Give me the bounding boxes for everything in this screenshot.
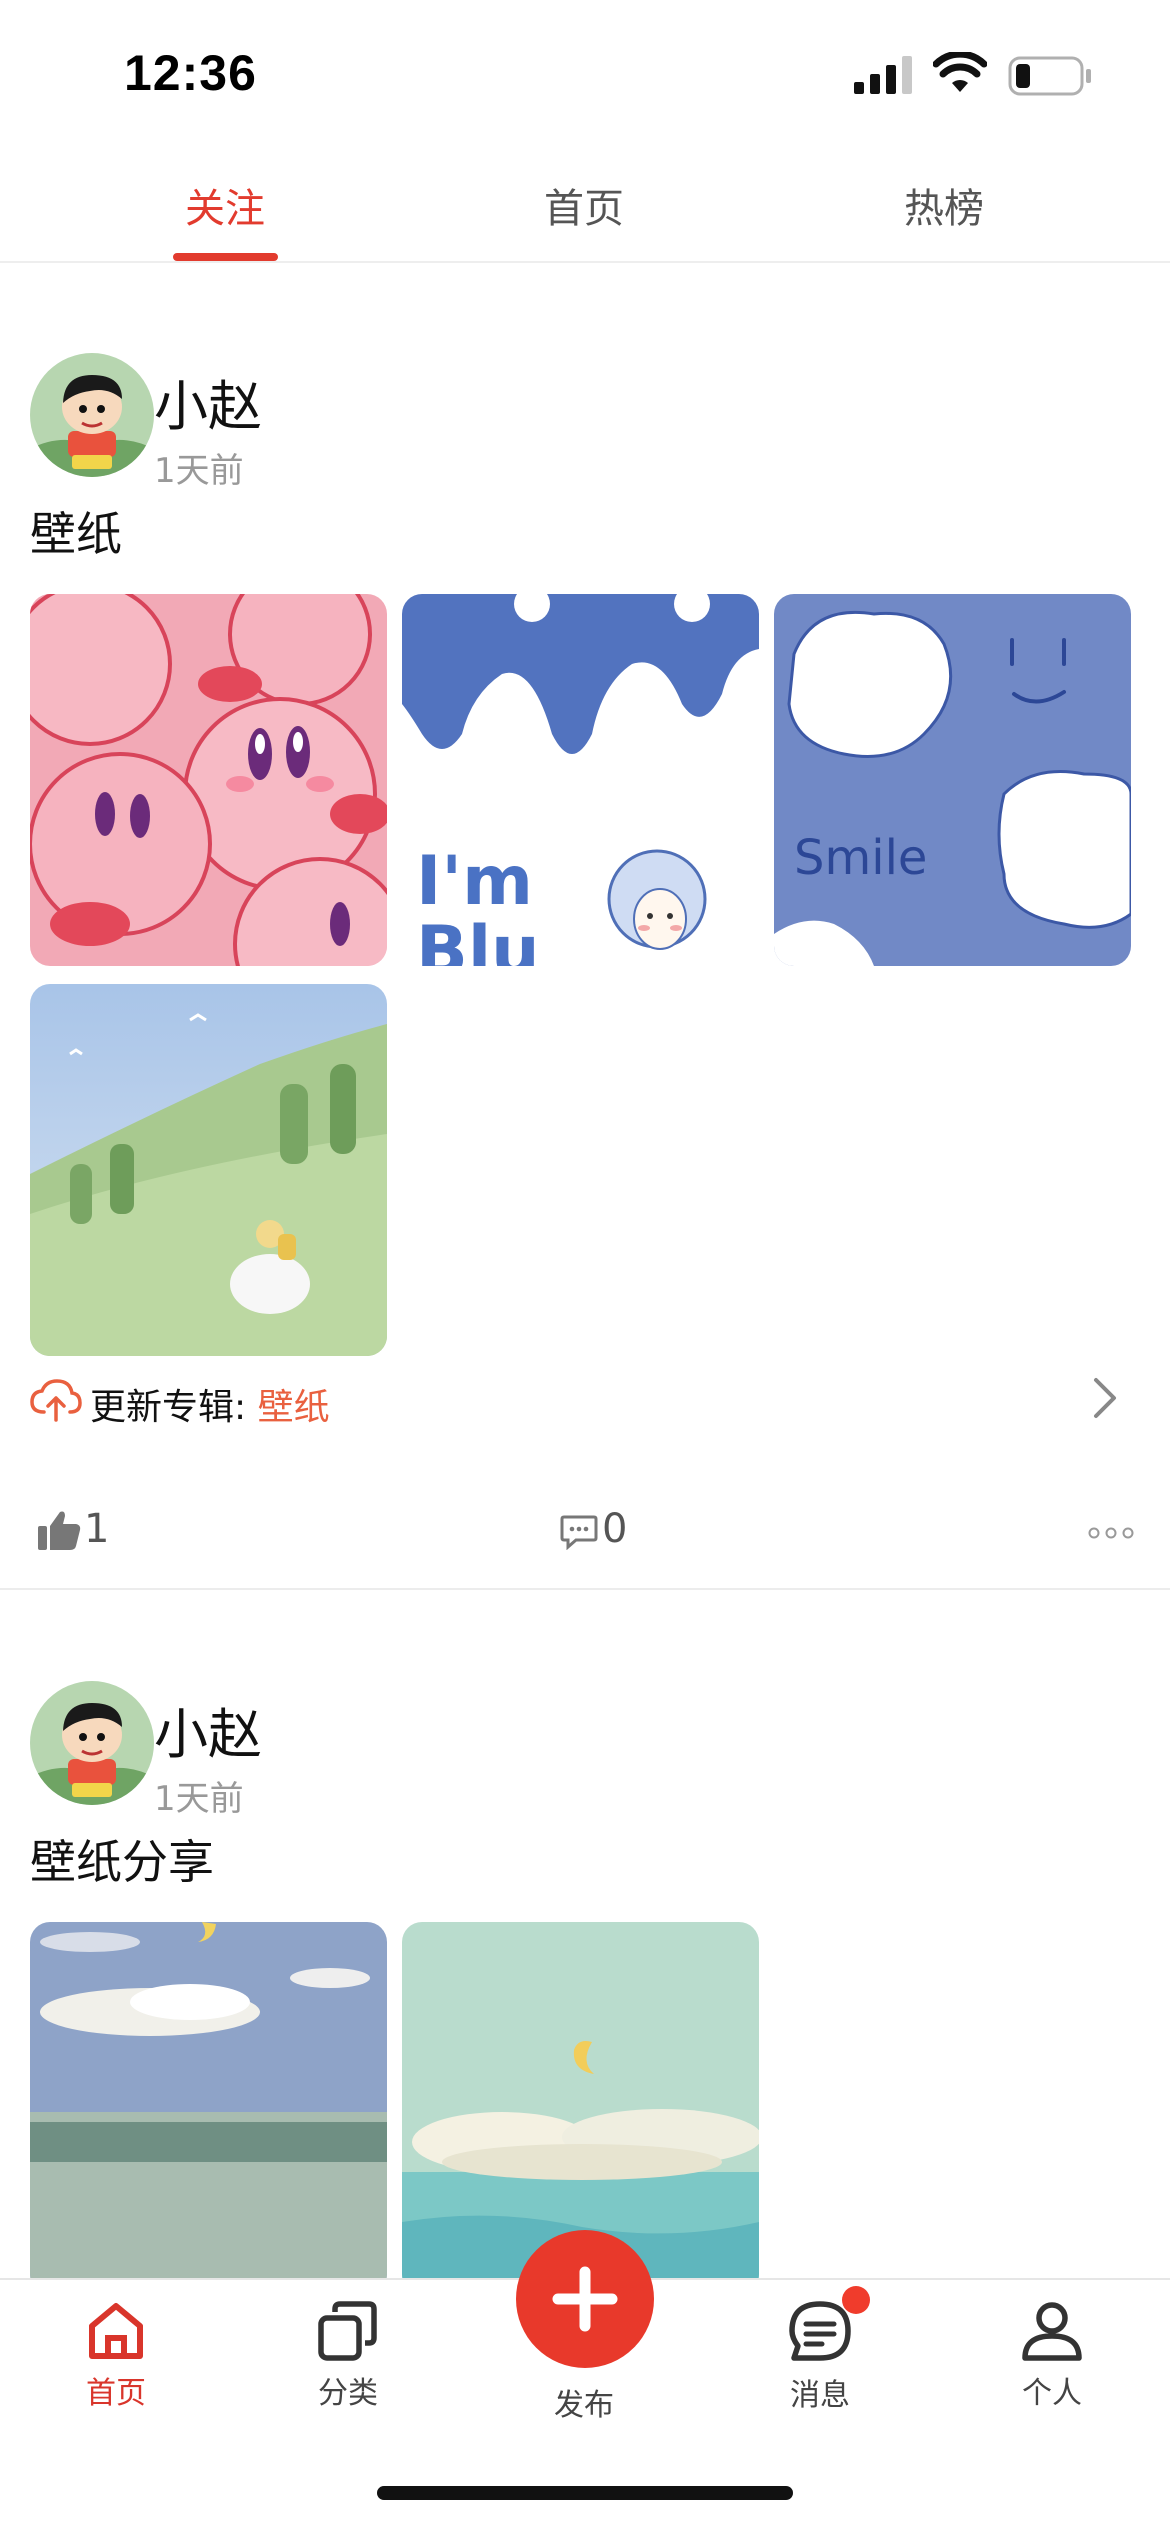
nav-profile[interactable]: 个人	[972, 2300, 1132, 2412]
post-time: 1天前	[154, 451, 244, 491]
avatar[interactable]	[30, 353, 154, 477]
post-title: 壁纸	[30, 507, 122, 561]
svg-text:Blu: Blu	[416, 912, 540, 966]
avatar-image	[30, 353, 154, 477]
tab-home[interactable]: 首页	[464, 176, 704, 234]
nav-label-category: 分类	[318, 2376, 378, 2411]
thumbs-up-icon[interactable]	[36, 1508, 82, 1554]
battery-icon	[1008, 56, 1091, 96]
person-icon	[1022, 2302, 1082, 2361]
avatar[interactable]	[30, 1681, 154, 1805]
post-title: 壁纸分享	[30, 1835, 214, 1889]
post-actions: 1 0	[0, 1490, 1170, 1570]
notification-badge	[842, 2286, 870, 2314]
album-prefix: 更新专辑:	[90, 1387, 258, 1428]
signal-icon	[854, 56, 912, 94]
nav-label-messages: 消息	[790, 2378, 850, 2413]
home-icon	[89, 2303, 143, 2359]
comment-count: 0	[602, 1506, 628, 1552]
more-options-icon[interactable]	[1088, 1526, 1134, 1540]
nav-label-publish: 发布	[554, 2388, 614, 2423]
avatar-image	[30, 1681, 154, 1805]
layers-icon	[318, 2301, 377, 2361]
publish-button[interactable]	[516, 2230, 654, 2368]
post-divider	[0, 1588, 1170, 1590]
svg-text:I'm: I'm	[416, 842, 533, 921]
nav-label-home: 首页	[86, 2376, 146, 2411]
nav-label-profile: 个人	[1022, 2376, 1082, 2411]
nav-home[interactable]: 首页	[36, 2300, 196, 2412]
post-time: 1天前	[154, 1779, 244, 1819]
post-image-kirby[interactable]	[30, 594, 387, 966]
top-tab-bar: 关注 首页 热榜	[0, 150, 1170, 263]
svg-text:Smile: Smile	[794, 830, 927, 886]
status-bar: 12:36	[0, 0, 1170, 150]
author-name[interactable]: 小赵	[154, 362, 262, 441]
wifi-icon	[933, 52, 987, 92]
post-image-im-blue[interactable]: I'm Blu	[402, 594, 759, 966]
post-image-sky[interactable]	[30, 1922, 387, 2294]
album-name-link[interactable]: 壁纸	[258, 1387, 330, 1428]
like-count: 1	[84, 1506, 110, 1552]
album-update-text: 更新专辑: 壁纸	[90, 1378, 330, 1430]
tab-following[interactable]: 关注	[105, 176, 345, 234]
nav-category[interactable]: 分类	[268, 2300, 428, 2412]
message-icon	[789, 2301, 851, 2361]
author-name[interactable]: 小赵	[154, 1690, 262, 1769]
home-indicator	[377, 2486, 793, 2500]
nav-messages[interactable]: 消息	[740, 2300, 900, 2414]
tab-trending[interactable]: 热榜	[824, 176, 1064, 234]
status-time: 12:36	[124, 45, 257, 101]
post-image-meadow[interactable]	[30, 984, 387, 1356]
comment-icon[interactable]	[560, 1514, 598, 1550]
cloud-upload-icon	[30, 1379, 82, 1422]
plus-icon	[552, 2266, 618, 2332]
chevron-right-icon[interactable]	[1090, 1374, 1120, 1422]
post-image-smile[interactable]: Smile	[774, 594, 1131, 966]
album-update-row[interactable]: 更新专辑: 壁纸	[0, 1360, 1170, 1440]
active-tab-indicator	[173, 253, 278, 261]
